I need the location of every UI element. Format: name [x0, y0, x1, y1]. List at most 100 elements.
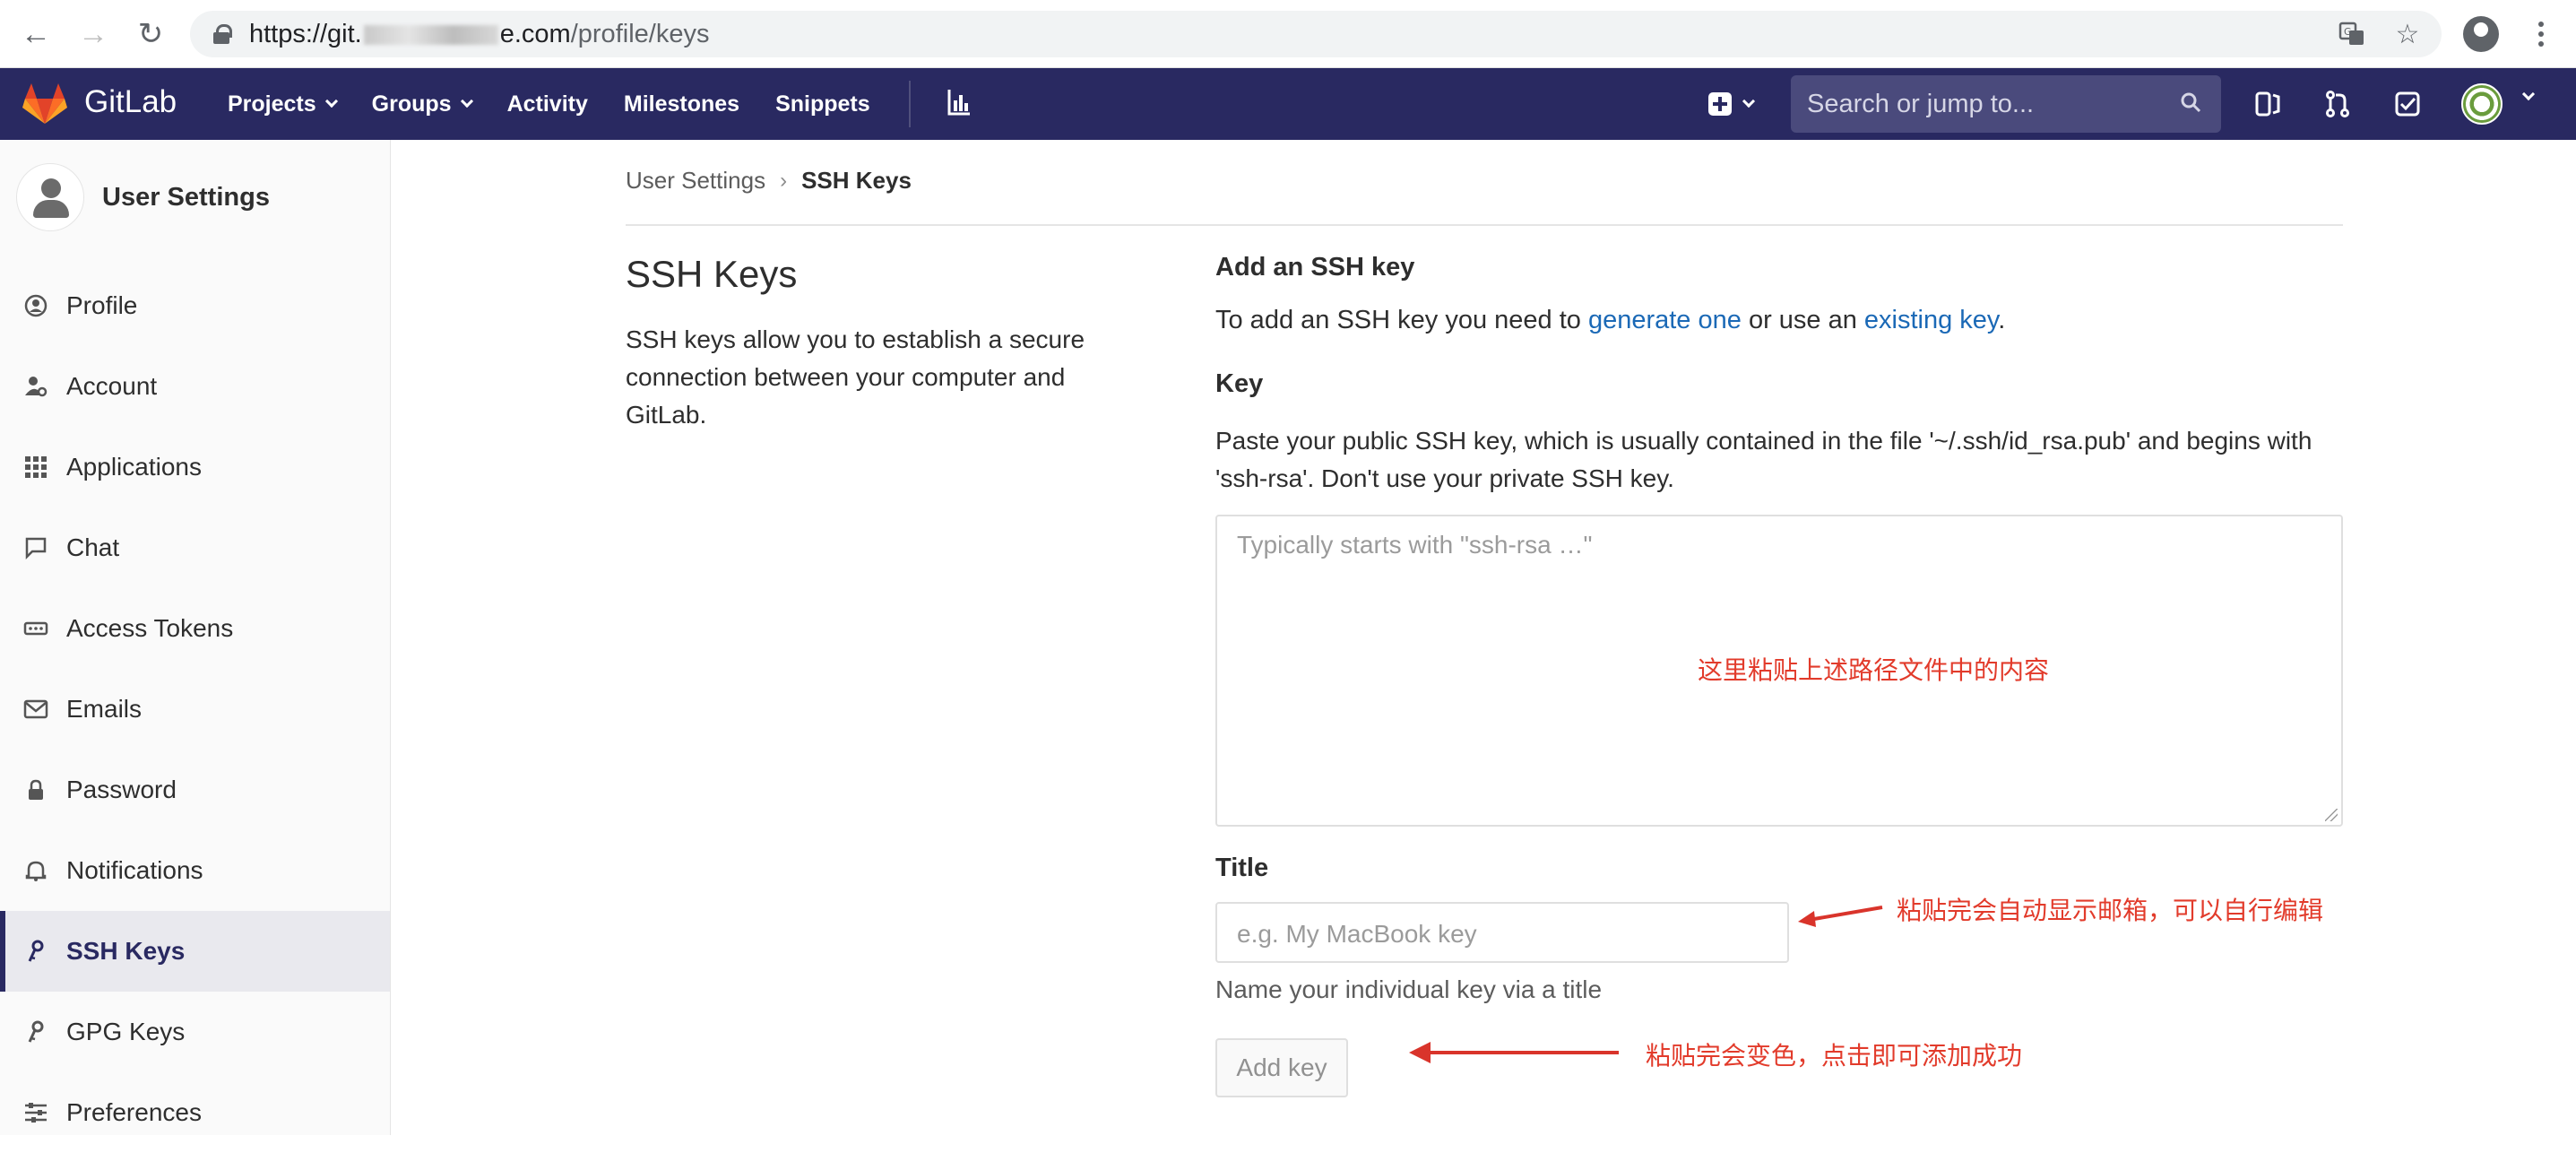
sidebar-item-gpg-keys[interactable]: GPG Keys	[0, 992, 390, 1072]
gitlab-navbar: GitLab Projects Groups Activity Mileston…	[0, 68, 2576, 140]
redacted-host	[363, 24, 498, 45]
chevron-down-icon	[1742, 94, 1756, 108]
breadcrumb: User Settings › SSH Keys	[626, 167, 912, 195]
annotation-arrow-title	[1798, 906, 1883, 927]
bookmark-star-icon[interactable]: ☆	[2390, 16, 2425, 52]
merge-request-icon[interactable]	[2321, 88, 2354, 120]
todo-check-icon[interactable]	[2391, 88, 2424, 120]
key-label: Key	[1215, 369, 1264, 398]
add-key-intro: To add an SSH key you need to generate o…	[1215, 306, 2006, 334]
key-icon	[23, 939, 48, 964]
annotation-button-note: 粘贴完会变色，点击即可添加成功	[1646, 1042, 2023, 1070]
sidebar-item-access-tokens[interactable]: Access Tokens	[0, 588, 390, 669]
gitlab-brand[interactable]: GitLab	[84, 84, 177, 120]
browser-profile-icon[interactable]	[2463, 16, 2499, 52]
breadcrumb-user-settings[interactable]: User Settings	[626, 167, 765, 195]
translate-icon[interactable]: G	[2334, 16, 2370, 52]
profile-icon	[23, 293, 48, 318]
browser-toolbar: ← → ↻ https://git. e.com/profile/keys G ☆	[0, 0, 2576, 68]
browser-menu-icon[interactable]	[2528, 16, 2554, 52]
sidebar-item-emails[interactable]: Emails	[0, 669, 390, 750]
chevron-right-icon: ›	[780, 168, 788, 193]
sidebar-item-password[interactable]: Password	[0, 750, 390, 830]
account-icon	[23, 374, 48, 399]
add-ssh-key-form: Add an SSH key To add an SSH key you nee…	[1215, 253, 2343, 1097]
breadcrumb-ssh-keys[interactable]: SSH Keys	[801, 167, 912, 195]
sidebar-item-ssh-keys[interactable]: SSH Keys	[0, 911, 390, 992]
page-title: SSH Keys	[626, 253, 798, 295]
chat-icon	[23, 535, 48, 560]
sliders-icon	[23, 1100, 48, 1125]
settings-section-info: SSH Keys SSH keys allow you to establish…	[626, 253, 1145, 434]
gitlab-logo-icon[interactable]	[22, 82, 68, 126]
sidebar-header[interactable]: User Settings	[16, 163, 270, 231]
sidebar-item-label: Access Tokens	[66, 614, 234, 642]
analytics-chart-icon[interactable]	[947, 88, 972, 117]
sidebar-item-preferences[interactable]: Preferences	[0, 1072, 390, 1153]
nav-activity[interactable]: Activity	[507, 91, 588, 117]
sidebar-item-label: Account	[66, 372, 158, 400]
chevron-down-icon	[324, 94, 338, 108]
sidebar-item-label: GPG Keys	[66, 1018, 186, 1045]
sidebar-item-label: Applications	[66, 453, 202, 481]
applications-icon	[23, 455, 48, 480]
nav-snippets[interactable]: Snippets	[775, 91, 870, 117]
sidebar-item-label: Preferences	[66, 1098, 202, 1126]
sidebar-item-account[interactable]: Account	[0, 346, 390, 427]
top-nav: Projects Groups Activity Milestones Snip…	[228, 68, 870, 140]
key-help-text: Paste your public SSH key, which is usua…	[1215, 427, 2312, 492]
chevron-down-icon	[460, 94, 473, 108]
access-tokens-icon	[23, 616, 48, 641]
back-icon[interactable]: ←	[18, 16, 54, 52]
search-icon	[2181, 92, 2201, 113]
generate-one-link[interactable]: generate one	[1588, 306, 1742, 334]
address-bar[interactable]: https://git. e.com/profile/keys G ☆	[190, 11, 2442, 57]
title-input[interactable]: e.g. My MacBook key	[1215, 902, 1789, 963]
new-item-dropdown[interactable]	[1708, 90, 1766, 118]
annotation-key-note: 这里粘贴上述路径文件中的内容	[1698, 656, 2050, 684]
key-icon	[23, 1019, 48, 1045]
user-avatar[interactable]	[2461, 83, 2503, 125]
key-placeholder: Typically starts with "ssh-rsa …"	[1237, 531, 1593, 559]
url-text: https://git. e.com/profile/keys	[249, 19, 710, 48]
add-key-button[interactable]: Add key	[1215, 1038, 1348, 1097]
sidebar-item-label: Notifications	[66, 856, 203, 884]
breadcrumb-divider	[626, 224, 2343, 226]
sidebar-item-label: Profile	[66, 291, 138, 319]
existing-key-link[interactable]: existing key	[1864, 306, 1998, 334]
sidebar-item-label: Emails	[66, 695, 143, 723]
title-help-text: Name your individual key via a title	[1215, 975, 1603, 1003]
settings-sidebar: User Settings Profile Account Applicatio…	[0, 140, 391, 1135]
nav-projects[interactable]: Projects	[228, 91, 338, 117]
page-description: SSH keys allow you to establish a secure…	[626, 325, 1085, 429]
resize-handle-icon[interactable]	[2325, 809, 2338, 821]
sidebar-title: User Settings	[102, 182, 270, 212]
svg-text:G: G	[2344, 26, 2352, 38]
title-label: Title	[1215, 854, 1269, 882]
plus-square-icon	[1708, 92, 1732, 116]
nav-divider	[909, 81, 911, 127]
reload-icon[interactable]: ↻	[133, 16, 169, 52]
chevron-down-icon[interactable]	[2521, 87, 2536, 101]
nav-milestones[interactable]: Milestones	[624, 91, 739, 117]
nav-groups[interactable]: Groups	[372, 91, 473, 117]
email-icon	[23, 697, 48, 722]
lock-icon	[213, 24, 232, 44]
annotation-title-note: 粘贴完会自动显示邮箱，可以自行编辑	[1897, 897, 2324, 924]
bell-icon	[23, 858, 48, 883]
forward-icon[interactable]: →	[75, 16, 111, 52]
annotation-arrow-button	[1409, 1042, 1619, 1063]
lock-icon	[23, 777, 48, 802]
issues-icon[interactable]	[2252, 88, 2284, 120]
search-input[interactable]: Search or jump to...	[1791, 75, 2221, 133]
sidebar-item-chat[interactable]: Chat	[0, 507, 390, 588]
sidebar-item-label: SSH Keys	[66, 937, 186, 965]
sidebar-item-label: Chat	[66, 533, 120, 561]
sidebar-item-profile[interactable]: Profile	[0, 265, 390, 346]
sidebar-item-notifications[interactable]: Notifications	[0, 830, 390, 911]
sidebar-item-applications[interactable]: Applications	[0, 427, 390, 507]
add-ssh-key-heading: Add an SSH key	[1215, 253, 1415, 282]
sidebar-nav: Profile Account Applications Chat Access…	[0, 265, 390, 1153]
sidebar-item-label: Password	[66, 776, 177, 803]
title-placeholder: e.g. My MacBook key	[1237, 920, 1477, 948]
